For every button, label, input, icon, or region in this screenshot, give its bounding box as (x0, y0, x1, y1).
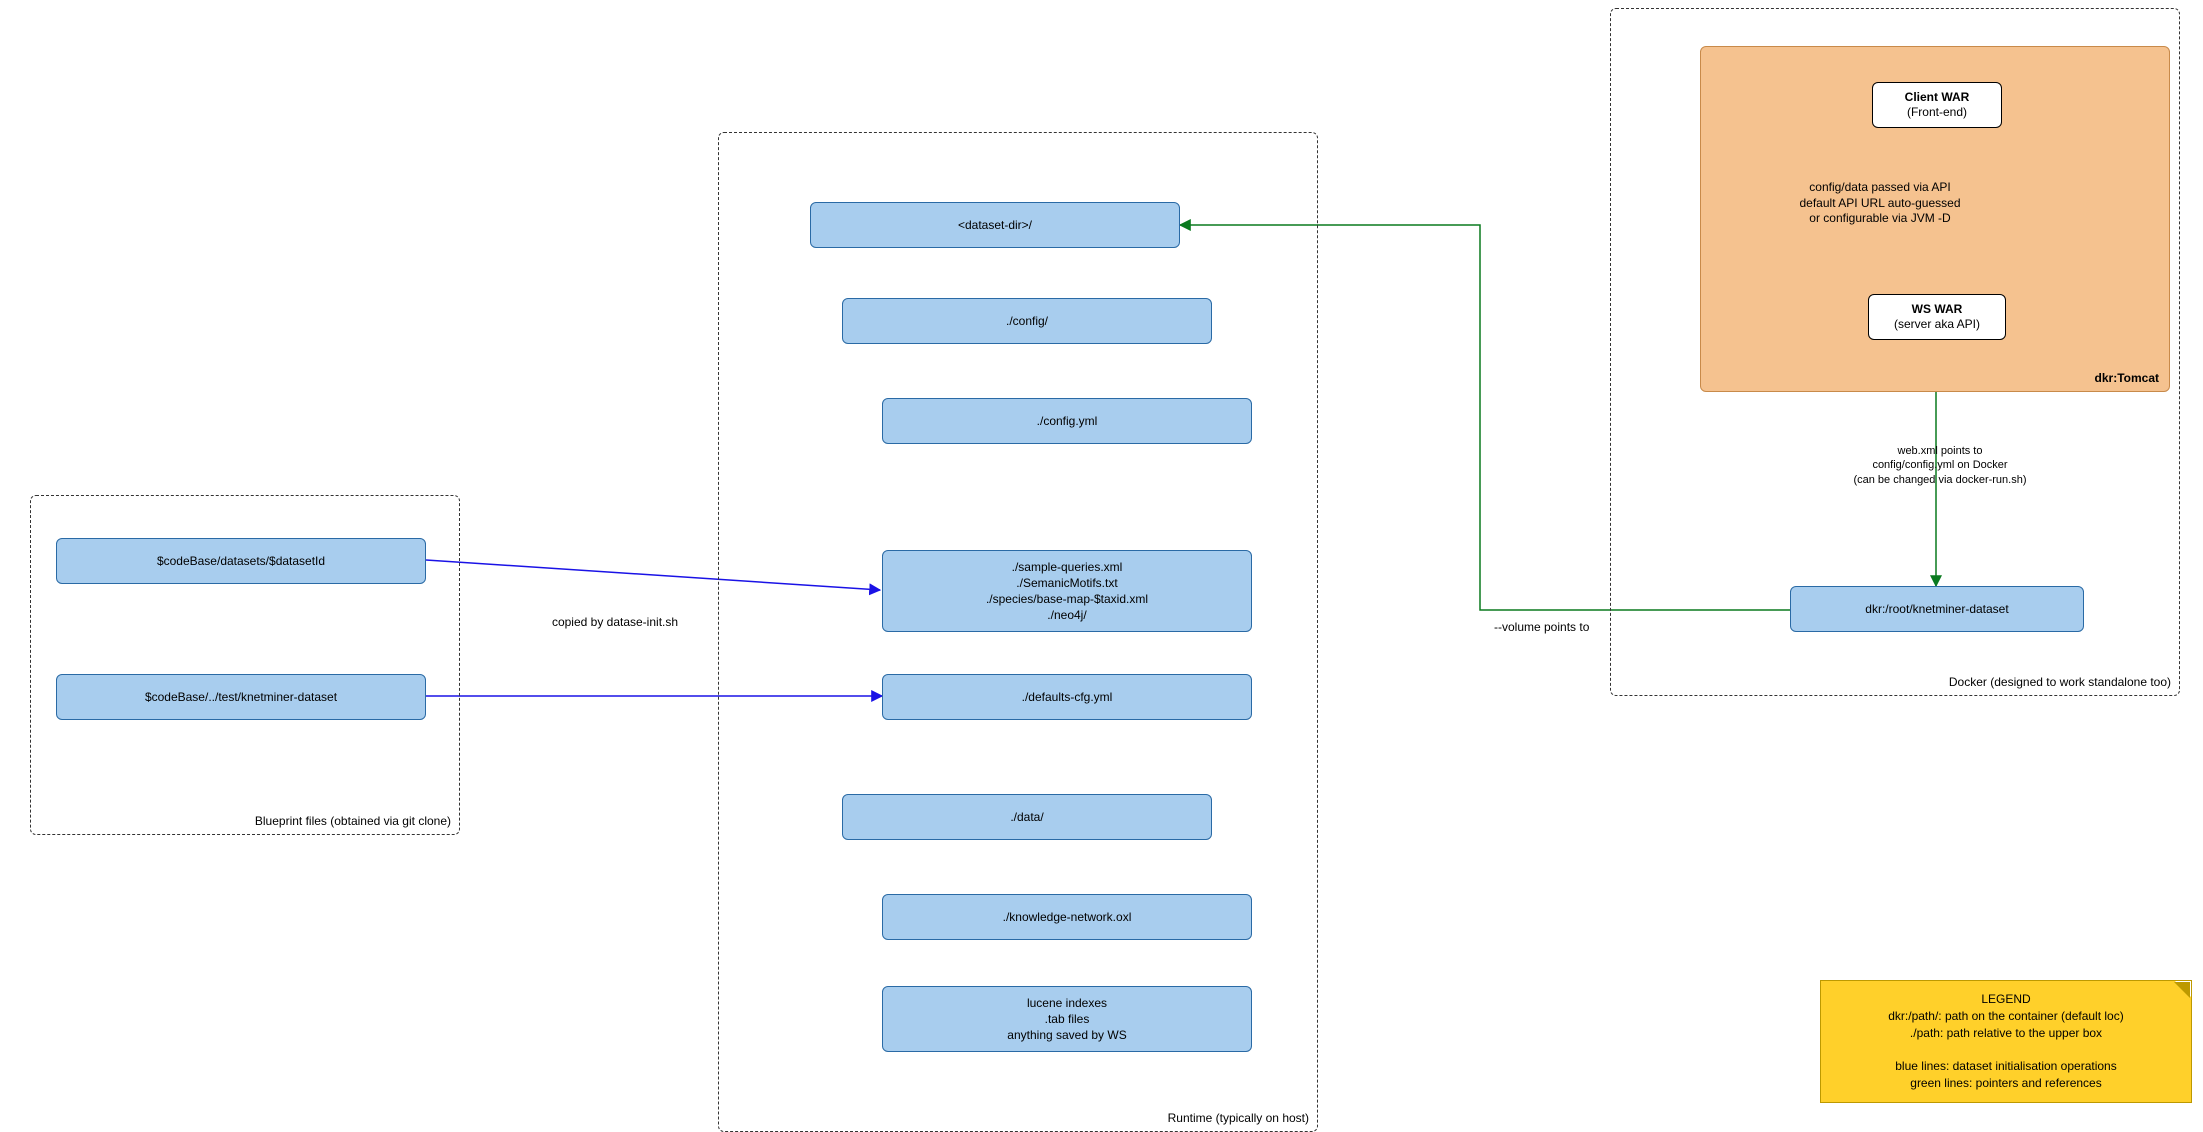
node-sample-files: ./sample-queries.xml ./SemanicMotifs.txt… (882, 550, 1252, 632)
node-defaults-cfg: ./defaults-cfg.yml (882, 674, 1252, 720)
ws-war-title: WS WAR (1912, 302, 1963, 317)
client-war-subtitle: (Front-end) (1907, 105, 1967, 120)
group-docker-label: Docker (designed to work standalone too) (1949, 675, 2171, 689)
node-dkr-root-dataset: dkr:/root/knetminer-dataset (1790, 586, 2084, 632)
group-runtime-label: Runtime (typically on host) (1168, 1111, 1309, 1125)
client-war-title: Client WAR (1905, 90, 1970, 105)
node-client-war: Client WAR (Front-end) (1872, 82, 2002, 128)
node-config-yml: ./config.yml (882, 398, 1252, 444)
ws-war-subtitle: (server aka API) (1894, 317, 1980, 332)
node-data-dir: ./data/ (842, 794, 1212, 840)
node-oxl: ./knowledge-network.oxl (882, 894, 1252, 940)
legend-note: LEGEND dkr:/path/: path on the container… (1820, 980, 2192, 1103)
node-codebase-test: $codeBase/../test/knetminer-dataset (56, 674, 426, 720)
node-codebase-datasets: $codeBase/datasets/$datasetId (56, 538, 426, 584)
node-lucene: lucene indexes .tab files anything saved… (882, 986, 1252, 1052)
edge-label-copied-by: copied by datase-init.sh (500, 615, 730, 631)
tomcat-label: dkr:Tomcat (2095, 371, 2159, 385)
edge-label-volume: --volume points to (1494, 620, 1654, 636)
group-runtime: Runtime (typically on host) (718, 132, 1318, 1132)
node-dataset-dir: <dataset-dir>/ (810, 202, 1180, 248)
edge-label-webxml: web.xml points to config/config.yml on D… (1800, 444, 2080, 487)
edge-label-api-note: config/data passed via API default API U… (1760, 180, 2000, 227)
node-ws-war: WS WAR (server aka API) (1868, 294, 2006, 340)
group-blueprint-label: Blueprint files (obtained via git clone) (255, 814, 451, 828)
node-config-dir: ./config/ (842, 298, 1212, 344)
